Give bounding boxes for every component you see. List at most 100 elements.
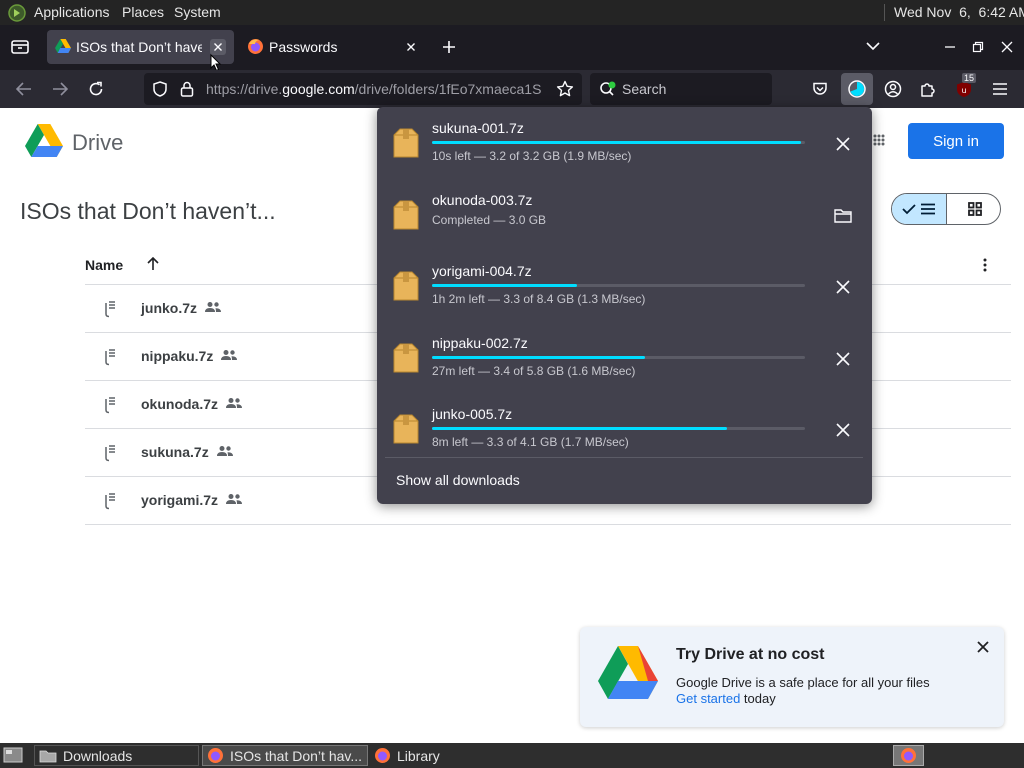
download-status: 10s left — 3.2 of 3.2 GB (1.9 MB/sec) (432, 149, 632, 163)
grid-view-button[interactable] (947, 194, 1000, 224)
sign-in-button[interactable]: Sign in (908, 123, 1004, 159)
tab-overview-icon[interactable] (10, 38, 30, 56)
download-progress-bar (432, 355, 805, 359)
promo-text: Google Drive is a safe place for all you… (676, 675, 930, 690)
download-progress-bar (432, 141, 805, 144)
archive-package-icon (393, 414, 419, 444)
downloads-progress-icon (848, 80, 866, 98)
top-panel: Applications Places System Wed Nov 6, 6:… (0, 0, 1024, 25)
download-filename: sukuna-001.7z (432, 120, 524, 136)
download-item[interactable]: sukuna-001.7z 10s left — 3.2 of 3.2 GB (1… (377, 110, 872, 181)
archive-package-icon (393, 128, 419, 158)
back-arrow-icon[interactable] (10, 75, 38, 103)
close-icon[interactable] (210, 39, 226, 55)
grid-icon (967, 202, 982, 216)
distro-logo-icon[interactable] (8, 4, 26, 22)
taskbar-label: ISOs that Don’t hav... (230, 747, 363, 764)
taskbar-label: Library (397, 747, 440, 764)
show-all-downloads-button[interactable]: Show all downloads (396, 472, 520, 488)
pocket-icon[interactable] (806, 75, 834, 103)
cancel-download-close-icon[interactable] (833, 349, 853, 369)
google-drive-icon (55, 39, 71, 53)
file-name[interactable]: yorigami.7z (141, 492, 218, 508)
firefox-icon (901, 748, 916, 763)
search-engine-icon (599, 81, 617, 97)
download-item[interactable]: nippaku-002.7z 27m left — 3.4 of 5.8 GB (… (377, 325, 872, 396)
sort-arrow-up-icon[interactable] (146, 257, 160, 271)
download-status: 8m left — 3.3 of 4.1 GB (1.7 MB/sec) (432, 435, 629, 449)
download-filename: yorigami-004.7z (432, 263, 532, 279)
download-status: Completed — 3.0 GB (432, 212, 547, 227)
tab-bar: ISOs that Don’t haven’t Passwords (0, 25, 1024, 72)
view-toggle (891, 193, 1001, 225)
download-item[interactable]: okunoda-003.7z Completed — 3.0 GB (377, 182, 872, 253)
cancel-download-close-icon[interactable] (833, 420, 853, 440)
apps-grid-icon[interactable] (873, 134, 885, 146)
promo-cta-line: Get started today (676, 691, 776, 706)
restore-icon[interactable] (972, 41, 984, 53)
drive-brand-title[interactable]: Drive (72, 130, 123, 156)
extensions-puzzle-icon[interactable] (914, 75, 942, 103)
reload-icon[interactable] (82, 75, 110, 103)
file-name[interactable]: okunoda.7z (141, 396, 218, 412)
lock-icon[interactable] (180, 81, 194, 97)
forward-arrow-icon[interactable] (46, 75, 74, 103)
url-bar[interactable]: https://drive.google.com/drive/folders/1… (144, 73, 582, 105)
tab-passwords[interactable]: Passwords (240, 30, 430, 64)
promo-card: Try Drive at no cost Google Drive is a s… (580, 627, 1004, 727)
download-filename: junko-005.7z (432, 406, 513, 422)
download-progress-bar (432, 427, 805, 430)
account-icon[interactable] (879, 75, 907, 103)
download-progress-fill (432, 284, 578, 287)
download-item[interactable]: yorigami-004.7z 1h 2m left — 3.3 of 8.4 G… (377, 253, 872, 324)
menu-applications[interactable]: Applications (34, 4, 110, 20)
file-name[interactable]: sukuna.7z (141, 444, 209, 460)
cancel-download-close-icon[interactable] (833, 134, 853, 154)
list-bottom-divider (85, 524, 1011, 525)
window-close-icon[interactable] (1001, 41, 1013, 53)
firefox-icon (208, 748, 223, 763)
taskbar-item-downloads[interactable]: Downloads (34, 745, 199, 766)
download-status: 1h 2m left — 3.3 of 8.4 GB (1.3 MB/sec) (432, 292, 646, 306)
column-header-name[interactable]: Name (85, 257, 123, 273)
folder-title[interactable]: ISOs that Don’t haven’t... (20, 198, 276, 225)
list-view-button[interactable] (892, 194, 947, 224)
google-drive-logo-icon[interactable] (25, 124, 63, 157)
url-text[interactable]: https://drive.google.com/drive/folders/1… (206, 81, 546, 97)
cancel-download-close-icon[interactable] (833, 277, 853, 297)
app-menu-hamburger-icon[interactable] (986, 75, 1014, 103)
menu-places[interactable]: Places (122, 4, 164, 20)
taskbar-label: Downloads (63, 747, 133, 764)
file-name[interactable]: nippaku.7z (141, 348, 213, 364)
taskbar-item-isos[interactable]: ISOs that Don’t hav... (202, 745, 368, 766)
promo-title: Try Drive at no cost (676, 646, 825, 663)
show-desktop-icon[interactable] (3, 747, 23, 763)
minimize-icon[interactable] (944, 41, 956, 53)
clock[interactable]: Wed Nov 6, 6:42 AM (894, 4, 1024, 20)
tab-isos[interactable]: ISOs that Don’t haven’t (47, 30, 234, 64)
search-box[interactable]: Search (590, 73, 772, 105)
taskbar-item-library[interactable]: Library (370, 745, 535, 766)
folder-icon (39, 750, 57, 762)
new-tab-icon[interactable] (441, 39, 457, 55)
firefox-icon (247, 38, 264, 55)
close-icon[interactable] (977, 641, 989, 653)
download-progress-fill (432, 427, 727, 430)
workspace-switcher[interactable] (893, 745, 924, 766)
file-name[interactable]: junko.7z (141, 300, 197, 316)
list-all-tabs-chevron-down-icon[interactable] (866, 41, 880, 51)
taskbar: Downloads ISOs that Don’t hav... Library (0, 743, 1024, 768)
more-options-vertical-icon[interactable] (983, 258, 987, 272)
download-status: 27m left — 3.4 of 5.8 GB (1.6 MB/sec) (432, 363, 636, 378)
bookmark-star-icon[interactable] (556, 80, 574, 98)
close-icon[interactable] (403, 39, 419, 55)
tracking-protection-shield-icon[interactable] (152, 81, 168, 97)
download-progress-fill (432, 141, 802, 144)
shared-people-icon (217, 445, 233, 457)
open-folder-icon[interactable] (833, 206, 853, 226)
download-filename: nippaku-002.7z (432, 334, 528, 351)
downloads-button[interactable] (841, 73, 873, 105)
menu-system[interactable]: System (174, 4, 221, 20)
ublock-origin-icon[interactable]: u 15 (950, 73, 978, 103)
get-started-link[interactable]: Get started (676, 691, 740, 706)
